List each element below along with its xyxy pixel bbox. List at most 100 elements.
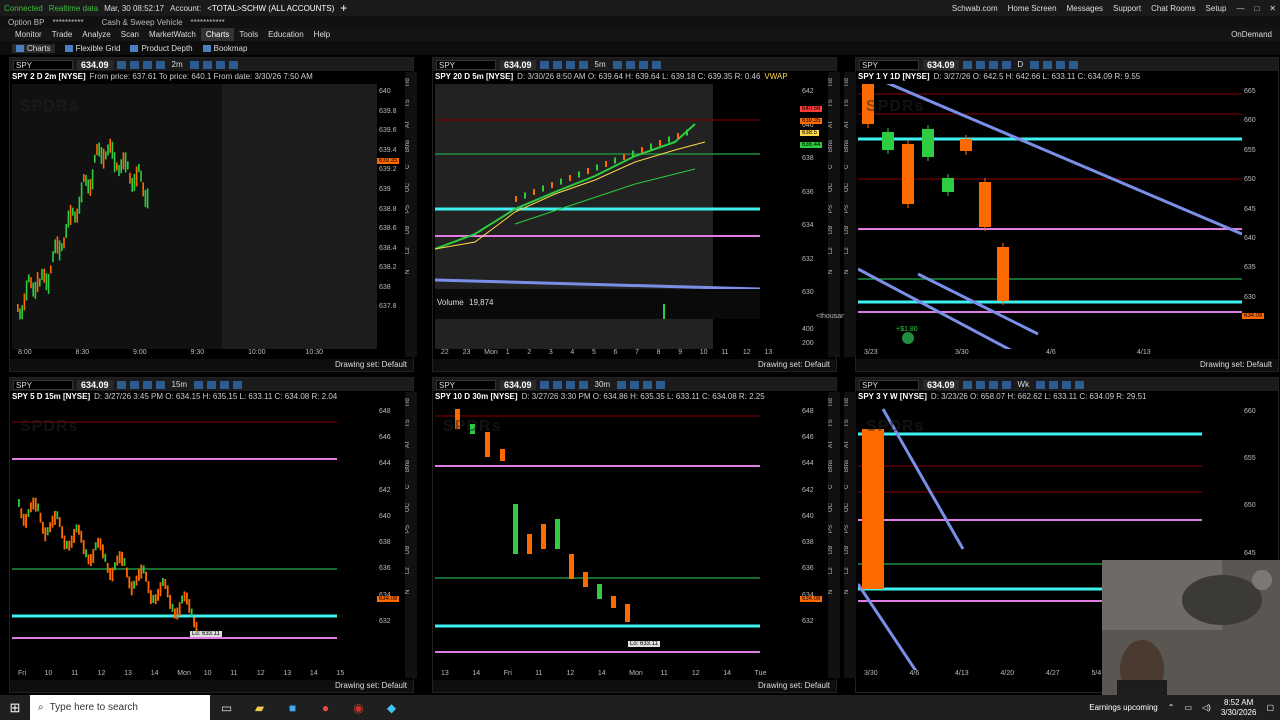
sidetab-ts[interactable]: TS <box>844 93 850 114</box>
sidetab-trd[interactable]: Trd <box>405 72 411 93</box>
sidetab-oc[interactable]: OC <box>828 177 834 198</box>
support-link[interactable]: Support <box>1113 4 1141 13</box>
style-icon[interactable] <box>1069 60 1079 69</box>
sidetab-at[interactable]: AT <box>828 434 834 455</box>
sidetab-at[interactable]: AT <box>844 434 850 455</box>
menu-charts[interactable]: Charts <box>200 28 235 41</box>
sidetab-c[interactable]: C <box>828 476 834 497</box>
flask-icon-2[interactable] <box>638 60 648 69</box>
sidetab-ts[interactable]: TS <box>828 93 834 114</box>
style-icon[interactable] <box>656 380 666 389</box>
menu-scan[interactable]: Scan <box>116 28 144 41</box>
style-icon[interactable] <box>233 380 243 389</box>
thinkorswim-icon[interactable]: ◆ <box>375 701 408 715</box>
chart-canvas[interactable] <box>435 404 800 670</box>
pointer-icon[interactable] <box>1030 60 1040 69</box>
sidetab-n[interactable]: N <box>405 261 411 282</box>
gear-icon[interactable] <box>578 60 588 69</box>
menu-help[interactable]: Help <box>309 28 335 41</box>
symbol-selector[interactable]: SPY <box>13 59 73 70</box>
gear-icon[interactable] <box>1001 380 1011 389</box>
flask-icon-2[interactable] <box>215 60 225 69</box>
pointer-icon[interactable] <box>1036 380 1046 389</box>
sidetab-db[interactable]: DB <box>405 539 411 560</box>
link-icon[interactable] <box>975 60 985 69</box>
menu-analyze[interactable]: Analyze <box>77 28 115 41</box>
drawing-set[interactable]: Drawing set: Default <box>433 680 836 692</box>
sidetab-db[interactable]: DB <box>828 219 834 240</box>
pointer-icon[interactable] <box>612 60 622 69</box>
sidetab-btns[interactable]: Btns <box>844 455 850 476</box>
sidetab-l2[interactable]: L2 <box>405 240 411 261</box>
pointer-icon[interactable] <box>617 380 627 389</box>
sidetab-l2[interactable]: L2 <box>828 240 834 261</box>
start-icon[interactable]: ⊞ <box>0 700 30 716</box>
chart-canvas[interactable] <box>858 84 1242 349</box>
sidetab-ts[interactable]: TS <box>844 413 850 434</box>
sidetab-db[interactable]: DB <box>828 539 834 560</box>
subtab-flexible-grid[interactable]: Flexible Grid <box>64 44 120 53</box>
sidetab-n[interactable]: N <box>405 581 411 602</box>
sidetab-ps[interactable]: PS <box>405 518 411 539</box>
sidetab-c[interactable]: C <box>844 156 850 177</box>
chat-rooms-link[interactable]: Chat Rooms <box>1151 4 1195 13</box>
share-icon[interactable] <box>539 380 549 389</box>
style-icon[interactable] <box>1075 380 1085 389</box>
sidetab-btns[interactable]: Btns <box>405 135 411 156</box>
sidetab-ps[interactable]: PS <box>405 198 411 219</box>
sidetab-db[interactable]: DB <box>405 219 411 240</box>
sidetab-oc[interactable]: OC <box>828 497 834 518</box>
sidetab-l2[interactable]: L2 <box>844 240 850 261</box>
symbol-selector[interactable]: SPY <box>436 379 496 390</box>
symbol-selector[interactable]: SPY <box>859 59 919 70</box>
timeframe-selector[interactable]: 2m <box>169 60 186 69</box>
link-icon[interactable] <box>129 380 139 389</box>
menu-tools[interactable]: Tools <box>234 28 263 41</box>
sidetab-trd[interactable]: Trd <box>844 392 850 413</box>
close-icon[interactable]: ✕ <box>1269 4 1276 13</box>
sidetab-oc[interactable]: OC <box>844 177 850 198</box>
sidetab-at[interactable]: AT <box>844 114 850 135</box>
setup-link[interactable]: Setup <box>1206 4 1227 13</box>
menu-marketwatch[interactable]: MarketWatch <box>144 28 201 41</box>
sidetab-ps[interactable]: PS <box>844 198 850 219</box>
earnings-notification[interactable]: Earnings upcoming <box>1089 703 1157 712</box>
drawing-icon[interactable] <box>202 60 212 69</box>
flask-icon-2[interactable] <box>1056 60 1066 69</box>
sidetab-n[interactable]: N <box>828 261 834 282</box>
drawing-icon[interactable] <box>1043 60 1053 69</box>
sidetab-ps[interactable]: PS <box>828 198 834 219</box>
sidetab-trd[interactable]: Trd <box>828 392 834 413</box>
sidetab-n[interactable]: N <box>844 261 850 282</box>
drawing-set[interactable]: Drawing set: Default <box>10 680 413 692</box>
account-selector[interactable]: <TOTAL>SCHW (ALL ACCOUNTS) <box>207 4 334 13</box>
sidetab-oc[interactable]: OC <box>405 497 411 518</box>
sidetab-db[interactable]: DB <box>844 539 850 560</box>
link-icon[interactable] <box>552 380 562 389</box>
menu-education[interactable]: Education <box>263 28 309 41</box>
maximize-icon[interactable]: □ <box>1254 4 1259 13</box>
gear-icon[interactable] <box>155 60 165 69</box>
share-icon[interactable] <box>962 380 972 389</box>
flask-icon-2[interactable] <box>220 380 230 389</box>
volume-icon[interactable]: ◁) <box>1202 703 1211 712</box>
messages-link[interactable]: Messages <box>1067 4 1103 13</box>
drawing-icon[interactable] <box>207 380 217 389</box>
flask-icon[interactable] <box>142 380 152 389</box>
menu-trade[interactable]: Trade <box>47 28 78 41</box>
symbol-selector[interactable]: SPY <box>859 379 919 390</box>
link-icon[interactable] <box>552 60 562 69</box>
drawing-set[interactable]: Drawing set: Default <box>433 359 836 371</box>
sidetab-c[interactable]: C <box>844 476 850 497</box>
share-icon[interactable] <box>116 60 126 69</box>
gear-icon[interactable] <box>155 380 165 389</box>
sidetab-n[interactable]: N <box>844 581 850 602</box>
style-icon[interactable] <box>228 60 238 69</box>
sidetab-oc[interactable]: OC <box>405 177 411 198</box>
sidetab-ts[interactable]: TS <box>828 413 834 434</box>
store-icon[interactable]: ■ <box>276 701 309 715</box>
task-view-icon[interactable]: ▭ <box>210 701 243 715</box>
sidetab-c[interactable]: C <box>828 156 834 177</box>
timeframe-selector[interactable]: D <box>1015 60 1027 69</box>
sidetab-ts[interactable]: TS <box>405 93 411 114</box>
